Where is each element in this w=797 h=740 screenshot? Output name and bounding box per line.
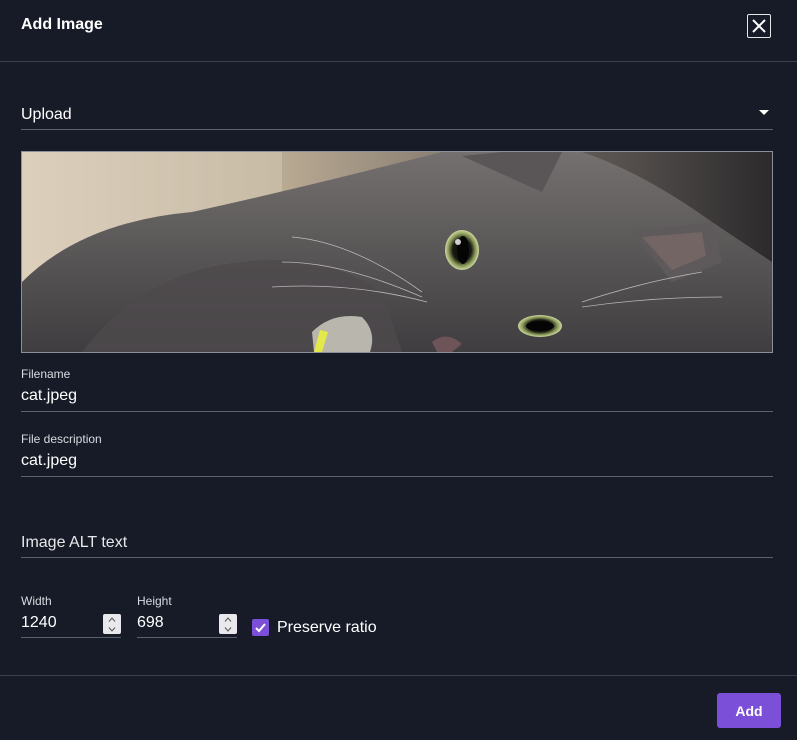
height-field[interactable]: Height 698 xyxy=(137,592,237,638)
file-description-input[interactable]: cat.jpeg xyxy=(21,452,77,470)
close-icon xyxy=(752,19,766,33)
chevron-down-icon[interactable] xyxy=(224,626,232,632)
width-label: Width xyxy=(21,594,52,608)
cat-photo xyxy=(22,152,772,352)
height-stepper[interactable] xyxy=(219,614,237,634)
add-button[interactable]: Add xyxy=(717,693,781,728)
alt-text-placeholder: Image ALT text xyxy=(21,534,128,551)
chevron-up-icon[interactable] xyxy=(108,616,116,622)
image-preview xyxy=(21,151,773,353)
chevron-down-icon[interactable] xyxy=(108,626,116,632)
checkmark-icon xyxy=(255,623,266,633)
file-description-label: File description xyxy=(21,432,102,446)
add-image-dialog: Add Image Upload Filename cat.jpeg File … xyxy=(0,0,797,740)
width-stepper[interactable] xyxy=(103,614,121,634)
source-select[interactable]: Upload xyxy=(21,98,773,130)
width-input[interactable]: 1240 xyxy=(21,614,57,632)
width-field[interactable]: Width 1240 xyxy=(21,592,121,638)
filename-field[interactable]: Filename cat.jpeg xyxy=(21,364,773,412)
filename-input[interactable]: cat.jpeg xyxy=(21,387,77,405)
height-input[interactable]: 698 xyxy=(137,614,164,632)
close-button[interactable] xyxy=(747,14,771,38)
source-select-value: Upload xyxy=(21,106,72,123)
preserve-ratio-label[interactable]: Preserve ratio xyxy=(277,619,377,637)
caret-down-icon xyxy=(759,110,769,115)
dialog-title: Add Image xyxy=(21,16,103,33)
dialog-header: Add Image xyxy=(0,0,797,62)
height-label: Height xyxy=(137,594,172,608)
alt-text-field[interactable]: Image ALT text xyxy=(21,520,773,558)
filename-label: Filename xyxy=(21,367,71,381)
chevron-up-icon[interactable] xyxy=(224,616,232,622)
preserve-ratio-checkbox[interactable] xyxy=(252,619,269,636)
dialog-footer xyxy=(0,675,797,740)
file-description-field[interactable]: File description cat.jpeg xyxy=(21,429,773,477)
